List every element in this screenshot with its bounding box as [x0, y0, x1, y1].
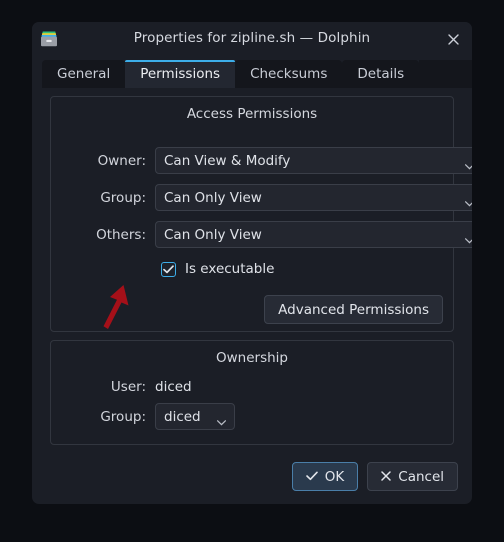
is-executable-checkbox[interactable]: Is executable: [161, 261, 274, 277]
ok-button[interactable]: OK: [291, 462, 359, 491]
tab-permissions[interactable]: Permissions: [125, 60, 236, 88]
access-permissions-group: Access Permissions Owner: Can View & Mod…: [50, 96, 472, 332]
others-label: Others:: [96, 226, 146, 243]
user-label: User:: [110, 379, 146, 395]
ownership-group-value: diced: [164, 408, 201, 425]
chevron-down-icon: [465, 158, 472, 169]
group-label: Group:: [100, 189, 146, 206]
group-permission-value: Can Only View: [164, 189, 262, 206]
owner-label: Owner:: [97, 152, 146, 169]
tab-general[interactable]: General: [42, 60, 126, 88]
screen: Properties for zipline.sh — Dolphin Gene…: [0, 0, 504, 542]
others-row: Others: Can Only View: [81, 221, 472, 248]
ownership-group-row: Group: diced: [81, 403, 235, 430]
title-bar: Properties for zipline.sh — Dolphin: [32, 22, 472, 56]
dialog-button-bar: OK Cancel: [291, 462, 458, 491]
group-row: Group: Can Only View: [81, 184, 472, 211]
owner-row: Owner: Can View & Modify: [81, 147, 472, 174]
tab-bar: General Permissions Checksums Details: [32, 60, 472, 88]
group-permission-select[interactable]: Can Only View: [155, 184, 472, 211]
user-value: diced: [155, 379, 192, 395]
owner-permission-value: Can View & Modify: [164, 152, 291, 169]
tab-bar-filler: [419, 60, 472, 88]
checkmark-icon: [305, 469, 318, 485]
close-icon[interactable]: [440, 26, 466, 52]
ownership-group: Ownership User: diced Group: diced: [50, 340, 454, 445]
ownership-title: Ownership: [216, 350, 288, 366]
chevron-down-icon: [217, 414, 226, 425]
others-permission-value: Can Only View: [164, 226, 262, 243]
tab-details[interactable]: Details: [342, 60, 420, 88]
cross-icon: [381, 469, 392, 485]
properties-dialog: Properties for zipline.sh — Dolphin Gene…: [32, 22, 472, 504]
owner-permission-select[interactable]: Can View & Modify: [155, 147, 472, 174]
ownership-group-label: Group:: [100, 408, 146, 425]
chevron-down-icon: [465, 195, 472, 206]
advanced-permissions-button[interactable]: Advanced Permissions: [264, 295, 443, 324]
permissions-tab-page: Access Permissions Owner: Can View & Mod…: [42, 88, 472, 486]
others-permission-select[interactable]: Can Only View: [155, 221, 472, 248]
chevron-down-icon: [465, 232, 472, 243]
user-row: User: diced: [81, 379, 192, 395]
checkmark-icon: [161, 261, 176, 277]
ownership-group-select[interactable]: diced: [155, 403, 235, 430]
is-executable-label: Is executable: [185, 261, 275, 277]
cancel-button[interactable]: Cancel: [367, 462, 458, 491]
access-permissions-title: Access Permissions: [186, 106, 318, 122]
tab-checksums[interactable]: Checksums: [235, 60, 343, 88]
ok-button-label: OK: [324, 468, 345, 485]
cancel-button-label: Cancel: [398, 468, 444, 485]
window-title: Properties for zipline.sh — Dolphin: [133, 30, 371, 46]
